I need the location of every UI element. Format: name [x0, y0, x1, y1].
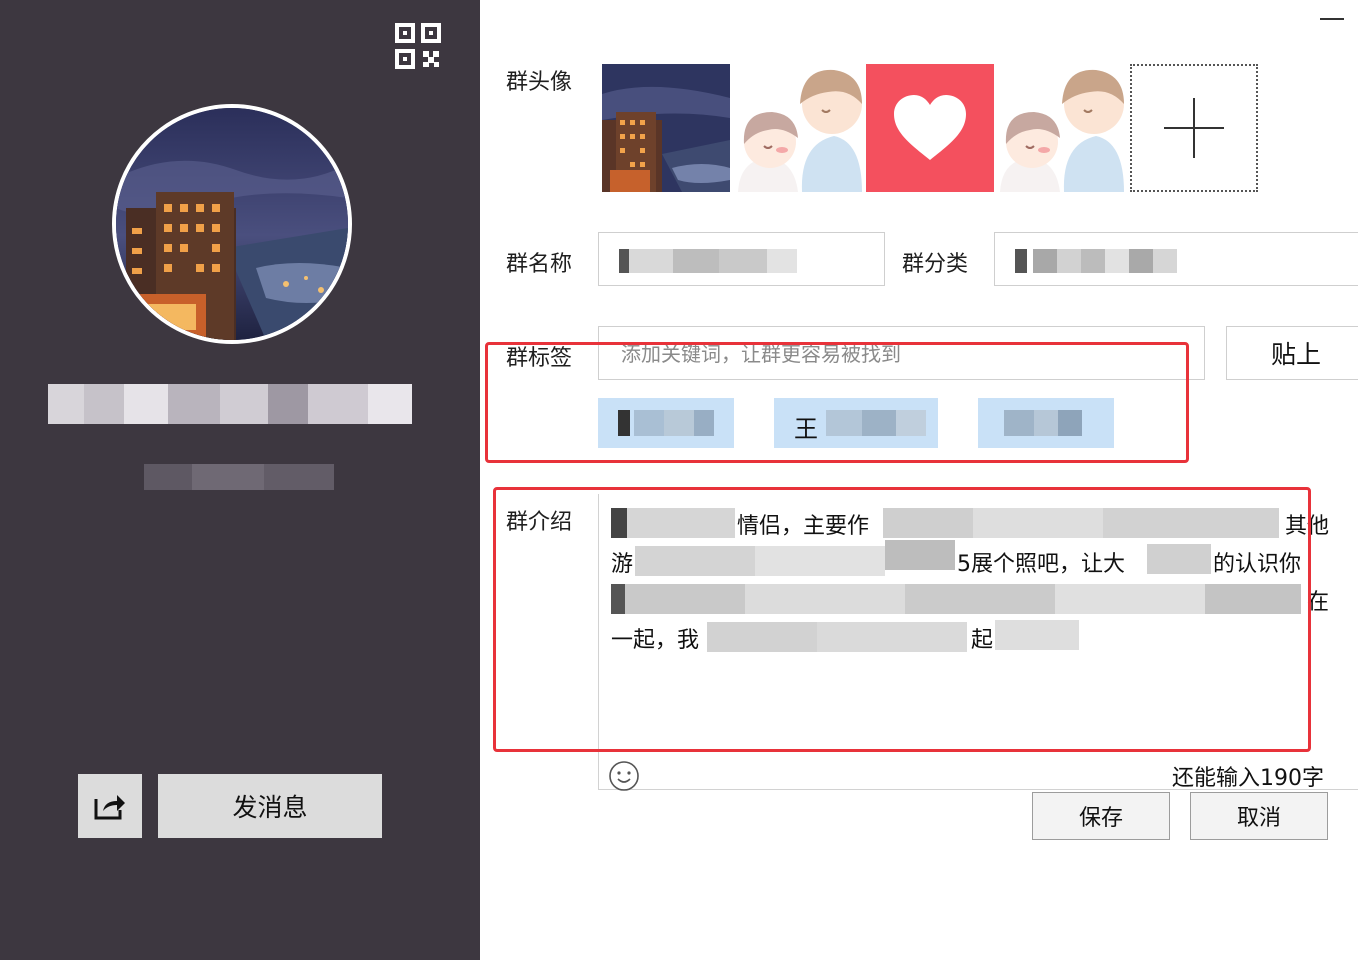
cancel-button[interactable]: 取消 [1190, 792, 1328, 840]
intro-label: 群介绍 [506, 510, 573, 535]
tags-input-field[interactable] [621, 342, 1204, 366]
tags-label: 群标签 [506, 346, 573, 371]
smiley-icon [609, 761, 639, 791]
char-counter: 还能输入190字 [1172, 766, 1324, 791]
add-avatar-button[interactable] [1130, 64, 1258, 192]
tag-chip-1[interactable] [598, 398, 734, 448]
group-profile-panel: 发消息 [0, 0, 480, 960]
minimize-icon[interactable] [1320, 18, 1344, 20]
avatar-option-couple-2[interactable] [1000, 64, 1128, 192]
tags-input[interactable] [598, 326, 1205, 380]
intro-line-2-b: 5展个照吧，让大 [957, 552, 1125, 577]
tag-chip-3[interactable] [978, 398, 1114, 448]
avatar-option-photo[interactable] [602, 64, 730, 192]
qr-code-icon [395, 23, 441, 69]
group-avatar[interactable] [112, 104, 352, 344]
paste-button[interactable]: 贴上 [1226, 326, 1358, 380]
intro-line-1-a: 情侣，主要作 [737, 514, 870, 539]
name-label: 群名称 [506, 252, 573, 277]
intro-line-4-a: 一起，我 [611, 628, 700, 653]
group-name-input[interactable] [598, 232, 885, 286]
intro-line-4-b: 起 [971, 628, 994, 653]
send-message-button[interactable]: 发消息 [158, 774, 382, 838]
intro-textarea[interactable]: 情侣，主要作 其他 游 5展个照吧，让大 的认识你 在 一起，我 起 [598, 494, 1358, 790]
heart-icon [894, 95, 966, 160]
share-icon [94, 795, 125, 820]
intro-line-1-b: 其他 [1285, 514, 1330, 539]
qr-code-button[interactable] [394, 22, 442, 70]
tag-chip-2[interactable]: 王 [774, 398, 938, 448]
add-icon [1164, 98, 1224, 158]
tag-chip-2-text: 王 [794, 415, 818, 443]
intro-line-3-b: 在 [1307, 590, 1330, 615]
avatar-option-couple-1[interactable] [738, 64, 866, 192]
intro-line-2-c: 的认识你 [1213, 552, 1302, 577]
group-category-input[interactable] [994, 232, 1358, 286]
emoji-button[interactable] [608, 760, 640, 792]
intro-line-2-a: 游 [611, 552, 634, 577]
group-id-blurred [144, 464, 334, 490]
group-name-blurred [48, 378, 412, 440]
category-label: 群分类 [902, 252, 969, 277]
avatar-label: 群头像 [506, 70, 573, 95]
save-button[interactable]: 保存 [1032, 792, 1170, 840]
avatar-option-heart[interactable] [866, 64, 994, 192]
share-button[interactable] [78, 774, 142, 838]
